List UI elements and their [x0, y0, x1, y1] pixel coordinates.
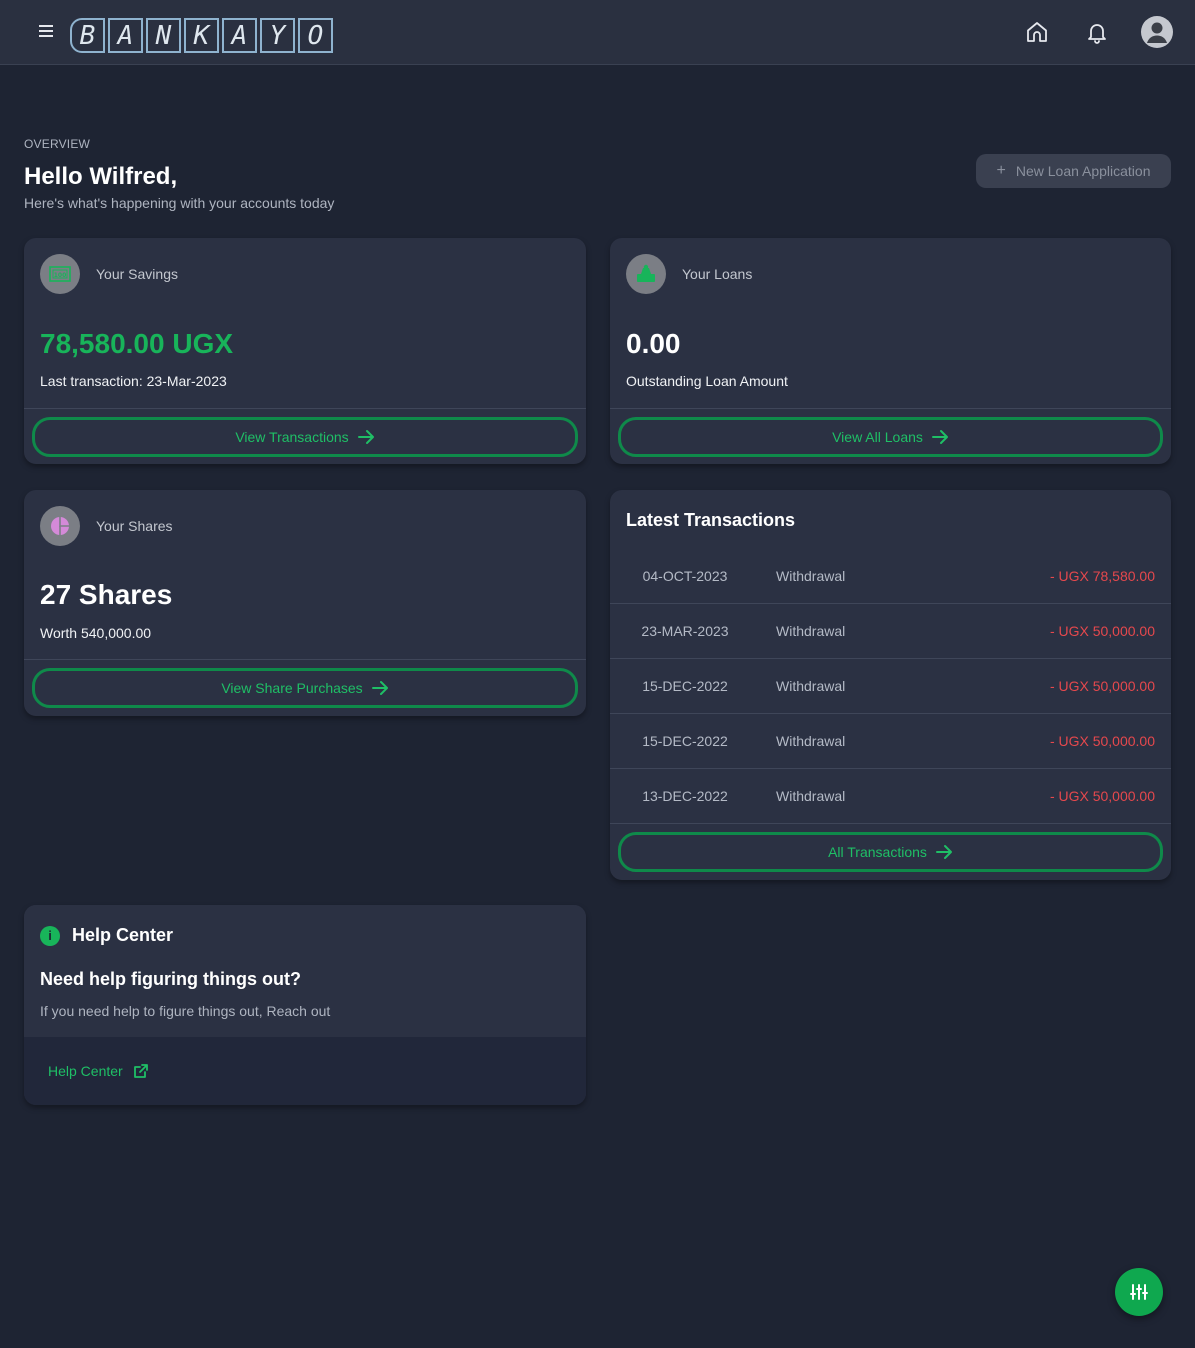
loans-label: Your Loans	[682, 266, 753, 282]
transaction-type: Withdrawal	[776, 623, 846, 639]
all-transactions-label: All Transactions	[828, 844, 927, 860]
logo-letter: K	[184, 18, 219, 53]
user-avatar[interactable]	[1139, 14, 1175, 50]
new-loan-application-label: New Loan Application	[1015, 163, 1151, 179]
top-navbar: B A N K A Y O	[0, 0, 1195, 65]
new-loan-application-button[interactable]: + New Loan Application	[976, 154, 1171, 188]
shares-label: Your Shares	[96, 518, 173, 534]
arrow-right-icon	[371, 681, 388, 695]
transaction-type: Withdrawal	[776, 733, 846, 749]
help-question: Need help figuring things out?	[40, 969, 301, 989]
transaction-type: Withdrawal	[776, 568, 846, 584]
page-subtitle: Here's what's happening with your accoun…	[24, 195, 335, 211]
info-icon: i	[40, 925, 60, 946]
divider	[610, 408, 1171, 409]
logo-letter: A	[222, 18, 257, 53]
plus-icon: +	[996, 162, 1006, 179]
all-transactions-button[interactable]: All Transactions	[618, 832, 1163, 872]
arrow-right-icon	[931, 430, 948, 444]
transaction-row[interactable]: 13-DEC-2022 Withdrawal - UGX 50,000.00	[610, 769, 1171, 824]
svg-text:100: 100	[54, 272, 67, 279]
transaction-date: 13-DEC-2022	[642, 788, 728, 804]
user-icon	[1141, 16, 1173, 48]
loans-caption: Outstanding Loan Amount	[626, 373, 788, 389]
section-label: OVERVIEW	[24, 137, 91, 151]
shares-worth: Worth 540,000.00	[40, 625, 152, 641]
sliders-icon	[1130, 1284, 1148, 1300]
transaction-amount: - UGX 78,580.00	[1049, 568, 1155, 584]
shares-amount: 27 Shares	[40, 579, 173, 610]
transaction-row[interactable]: 15-DEC-2022 Withdrawal - UGX 50,000.00	[610, 659, 1171, 714]
logo-letter: A	[108, 18, 143, 53]
settings-fab-button[interactable]	[1115, 1268, 1163, 1316]
transaction-amount: - UGX 50,000.00	[1049, 733, 1155, 749]
arrow-right-icon	[935, 845, 952, 859]
logo-letter: B	[70, 18, 105, 53]
savings-last-transaction: Last transaction: 23-Mar-2023	[40, 373, 227, 389]
external-link-icon	[133, 1064, 148, 1078]
transaction-row[interactable]: 04-OCT-2023 Withdrawal - UGX 78,580.00	[610, 549, 1171, 604]
help-center-card: i Help Center Need help figuring things …	[24, 905, 586, 1105]
help-center-link-label: Help Center	[48, 1063, 123, 1079]
transaction-amount: - UGX 50,000.00	[1049, 678, 1155, 694]
bankayo-logo[interactable]: B A N K A Y O	[70, 18, 336, 55]
latest-transactions-card: Latest Transactions 04-OCT-2023 Withdraw…	[610, 490, 1171, 880]
transaction-date: 15-DEC-2022	[642, 733, 728, 749]
transaction-amount: - UGX 50,000.00	[1049, 623, 1155, 639]
help-text: If you need help to figure things out, R…	[40, 1003, 331, 1019]
hamburger-menu-icon[interactable]	[36, 22, 56, 42]
transaction-date: 15-DEC-2022	[642, 678, 728, 694]
view-transactions-label: View Transactions	[235, 429, 349, 445]
shares-card: Your Shares 27 Shares Worth 540,000.00 V…	[24, 490, 586, 716]
help-center-title: Help Center	[72, 925, 174, 945]
greeting-title: Hello Wilfred,	[24, 163, 178, 190]
view-all-loans-label: View All Loans	[832, 429, 923, 445]
savings-amount: 78,580.00 UGX	[40, 328, 234, 359]
transactions-title: Latest Transactions	[626, 510, 796, 530]
loan-icon	[626, 254, 666, 294]
logo-letter: N	[146, 18, 181, 53]
savings-label: Your Savings	[96, 266, 178, 282]
view-share-purchases-button[interactable]: View Share Purchases	[32, 668, 578, 708]
transaction-amount: - UGX 50,000.00	[1049, 788, 1155, 804]
money-icon: 100	[40, 254, 80, 294]
logo-letter: Y	[260, 18, 295, 53]
logo-letter: O	[298, 18, 333, 53]
bell-icon[interactable]	[1079, 14, 1115, 50]
divider	[24, 659, 586, 660]
view-share-purchases-label: View Share Purchases	[221, 680, 363, 696]
loans-amount: 0.00	[626, 328, 681, 359]
savings-card: 100 Your Savings 78,580.00 UGX Last tran…	[24, 238, 586, 464]
transaction-date: 04-OCT-2023	[642, 568, 728, 584]
loans-card: Your Loans 0.00 Outstanding Loan Amount …	[610, 238, 1171, 464]
home-icon[interactable]	[1019, 14, 1055, 50]
view-all-loans-button[interactable]: View All Loans	[618, 417, 1163, 457]
arrow-right-icon	[357, 430, 374, 444]
transaction-type: Withdrawal	[776, 678, 846, 694]
divider	[24, 408, 586, 409]
help-center-link[interactable]: Help Center	[48, 1063, 149, 1079]
transaction-row[interactable]: 15-DEC-2022 Withdrawal - UGX 50,000.00	[610, 714, 1171, 769]
transaction-date: 23-MAR-2023	[641, 623, 729, 639]
pie-chart-icon	[40, 506, 80, 546]
view-transactions-button[interactable]: View Transactions	[32, 417, 578, 457]
transaction-type: Withdrawal	[776, 788, 846, 804]
transaction-row[interactable]: 23-MAR-2023 Withdrawal - UGX 50,000.00	[610, 604, 1171, 659]
